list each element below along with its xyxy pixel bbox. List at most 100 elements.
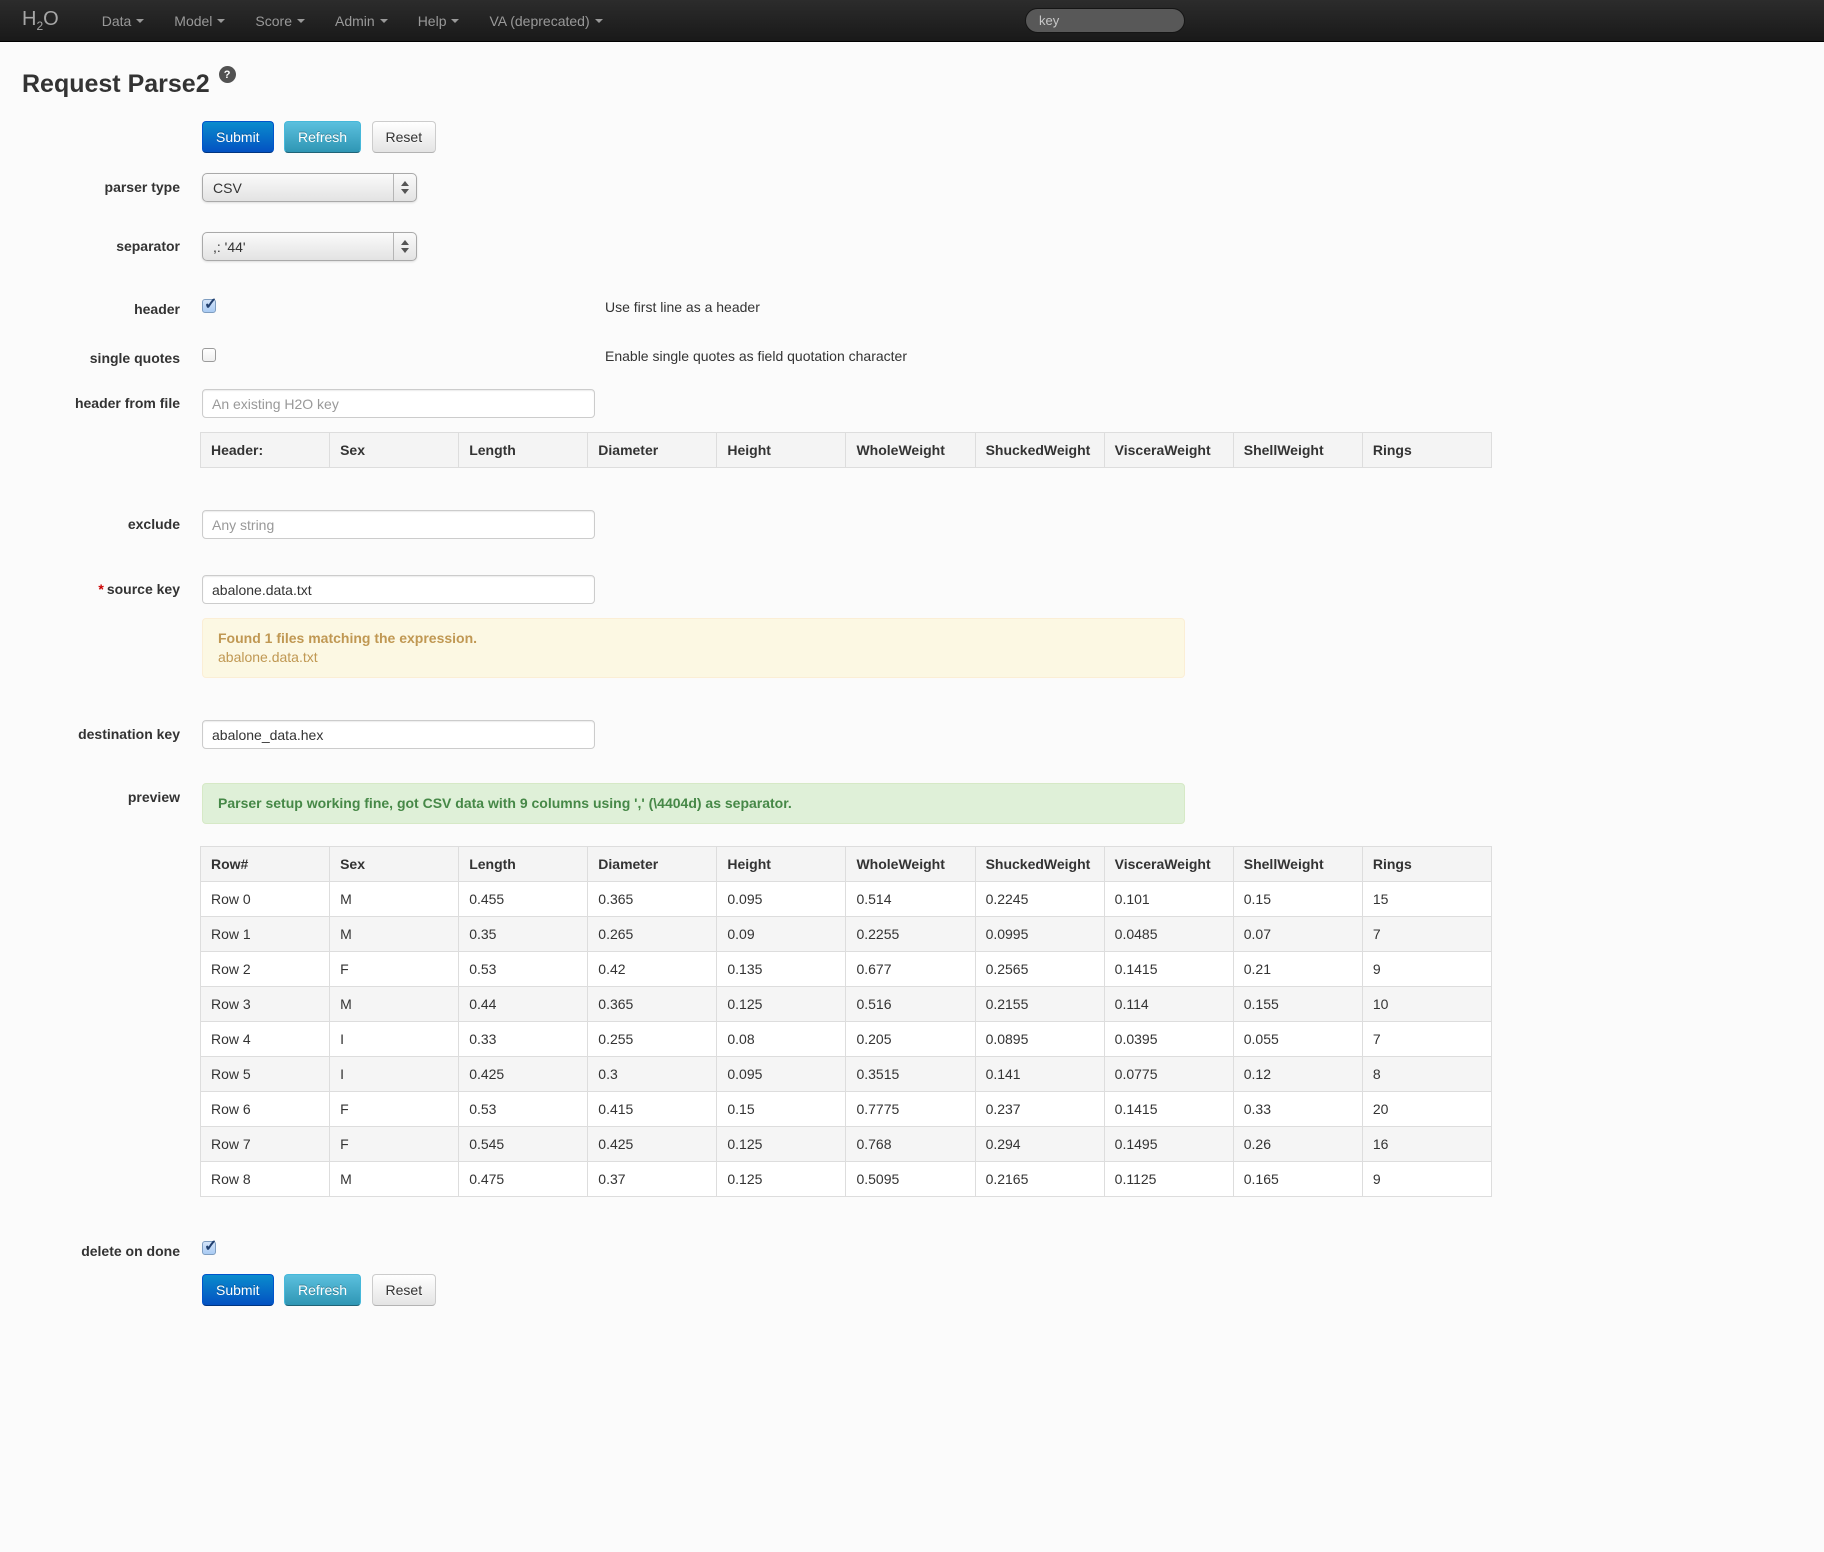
- table-cell: 0.2155: [975, 987, 1104, 1022]
- submit-button[interactable]: Submit: [202, 1274, 274, 1306]
- nav-menu-help[interactable]: Help: [403, 0, 475, 42]
- table-cell: 0.44: [459, 987, 588, 1022]
- submit-button[interactable]: Submit: [202, 121, 274, 153]
- refresh-button[interactable]: Refresh: [284, 1274, 361, 1306]
- destination-key-row: destination key: [0, 720, 1824, 749]
- table-cell: 20: [1362, 1092, 1491, 1127]
- table-cell: 0.35: [459, 917, 588, 952]
- table-cell: 0.545: [459, 1127, 588, 1162]
- table-cell: 0.3: [588, 1057, 717, 1092]
- table-cell: 0.141: [975, 1057, 1104, 1092]
- reset-button[interactable]: Reset: [372, 1274, 437, 1306]
- field-label: header: [0, 295, 180, 318]
- table-cell: Row 5: [201, 1057, 330, 1092]
- header-help-text: Use first line as a header: [605, 298, 760, 316]
- table-cell: 0.415: [588, 1092, 717, 1127]
- header-checkbox[interactable]: [202, 299, 216, 313]
- destination-key-input[interactable]: [202, 720, 595, 749]
- table-cell: 0.0485: [1104, 917, 1233, 952]
- table-cell: 0.135: [717, 952, 846, 987]
- column-header: WholeWeight: [846, 433, 975, 468]
- table-cell: 0.3515: [846, 1057, 975, 1092]
- top-actions: Submit Refresh Reset: [202, 121, 1824, 153]
- table-cell: I: [330, 1057, 459, 1092]
- caret-down-icon: [380, 19, 388, 23]
- table-cell: 0.475: [459, 1162, 588, 1197]
- exclude-input[interactable]: [202, 510, 595, 539]
- column-header: WholeWeight: [846, 847, 975, 882]
- search-input[interactable]: [1025, 8, 1185, 33]
- nav-menu-label: Help: [418, 13, 447, 29]
- field-label: *source key: [0, 575, 180, 598]
- selected-value: ,: '44': [213, 239, 246, 255]
- table-cell: 0.095: [717, 882, 846, 917]
- required-asterisk: *: [98, 581, 103, 597]
- field-label: exclude: [0, 510, 180, 533]
- reset-button[interactable]: Reset: [372, 121, 437, 153]
- table-cell: 0.15: [717, 1092, 846, 1127]
- table-cell: 0.237: [975, 1092, 1104, 1127]
- separator-row: separator ,: '44': [0, 232, 1824, 261]
- table-cell: 0.365: [588, 987, 717, 1022]
- table-cell: 0.055: [1233, 1022, 1362, 1057]
- column-header: ShuckedWeight: [975, 847, 1104, 882]
- table-cell: 0.53: [459, 952, 588, 987]
- table-cell: 0.5095: [846, 1162, 975, 1197]
- header-preview-table: Header:SexLengthDiameterHeightWholeWeigh…: [200, 432, 1492, 468]
- single-quotes-checkbox[interactable]: [202, 348, 216, 362]
- separator-select[interactable]: ,: '44': [202, 232, 417, 261]
- source-key-row: *source key Found 1 files matching the e…: [0, 575, 1824, 678]
- parser-type-select[interactable]: CSV: [202, 173, 417, 202]
- help-icon[interactable]: ?: [219, 66, 236, 83]
- table-cell: 0.12: [1233, 1057, 1362, 1092]
- table-cell: 0.294: [975, 1127, 1104, 1162]
- header-row: header Use first line as a header: [0, 295, 1824, 318]
- source-key-input[interactable]: [202, 575, 595, 604]
- nav-menu-label: Model: [174, 13, 212, 29]
- source-key-match-alert: Found 1 files matching the expression. a…: [202, 618, 1185, 678]
- nav-menu-va-deprecated[interactable]: VA (deprecated): [474, 0, 617, 42]
- table-cell: 0.15: [1233, 882, 1362, 917]
- refresh-button[interactable]: Refresh: [284, 121, 361, 153]
- column-header: Height: [717, 433, 846, 468]
- navbar: H2O Data Model Score Admin Help VA (depr…: [0, 0, 1824, 42]
- table-cell: 0.1415: [1104, 952, 1233, 987]
- table-cell: 0.1495: [1104, 1127, 1233, 1162]
- table-row: Row 4I0.330.2550.080.2050.08950.03950.05…: [201, 1022, 1492, 1057]
- table-cell: 0.26: [1233, 1127, 1362, 1162]
- table-cell: M: [330, 917, 459, 952]
- alert-file-name: abalone.data.txt: [218, 648, 1169, 667]
- column-header: Sex: [330, 433, 459, 468]
- column-header: Diameter: [588, 433, 717, 468]
- nav-menu-model[interactable]: Model: [159, 0, 240, 42]
- table-row: Row 3M0.440.3650.1250.5160.21550.1140.15…: [201, 987, 1492, 1022]
- select-arrows-icon: [393, 233, 416, 260]
- table-cell: 0.33: [1233, 1092, 1362, 1127]
- h2o-logo[interactable]: H2O: [22, 8, 59, 33]
- table-header-row: Header:SexLengthDiameterHeightWholeWeigh…: [201, 433, 1492, 468]
- nav-menu-admin[interactable]: Admin: [320, 0, 403, 42]
- field-label: destination key: [0, 720, 180, 743]
- header-from-file-input[interactable]: [202, 389, 595, 418]
- field-label: delete on done: [0, 1237, 180, 1260]
- table-cell: 0.768: [846, 1127, 975, 1162]
- table-cell: 0.514: [846, 882, 975, 917]
- selected-value: CSV: [213, 180, 242, 196]
- table-cell: 0.155: [1233, 987, 1362, 1022]
- column-header: Sex: [330, 847, 459, 882]
- field-label: single quotes: [0, 344, 180, 367]
- bottom-actions: Submit Refresh Reset: [202, 1274, 1824, 1306]
- nav-menu-label: VA (deprecated): [489, 13, 589, 29]
- table-cell: 0.165: [1233, 1162, 1362, 1197]
- table-row: Row 0M0.4550.3650.0950.5140.22450.1010.1…: [201, 882, 1492, 917]
- table-cell: 0.265: [588, 917, 717, 952]
- table-cell: 0.53: [459, 1092, 588, 1127]
- delete-on-done-checkbox[interactable]: [202, 1241, 216, 1255]
- nav-menu-data[interactable]: Data: [87, 0, 160, 42]
- table-cell: 0.0775: [1104, 1057, 1233, 1092]
- table-cell: 0.455: [459, 882, 588, 917]
- header-from-file-row: header from file Header:SexLengthDiamete…: [0, 389, 1824, 468]
- preview-row: preview Parser setup working fine, got C…: [0, 783, 1824, 1197]
- table-row: Row 7F0.5450.4250.1250.7680.2940.14950.2…: [201, 1127, 1492, 1162]
- nav-menu-score[interactable]: Score: [240, 0, 320, 42]
